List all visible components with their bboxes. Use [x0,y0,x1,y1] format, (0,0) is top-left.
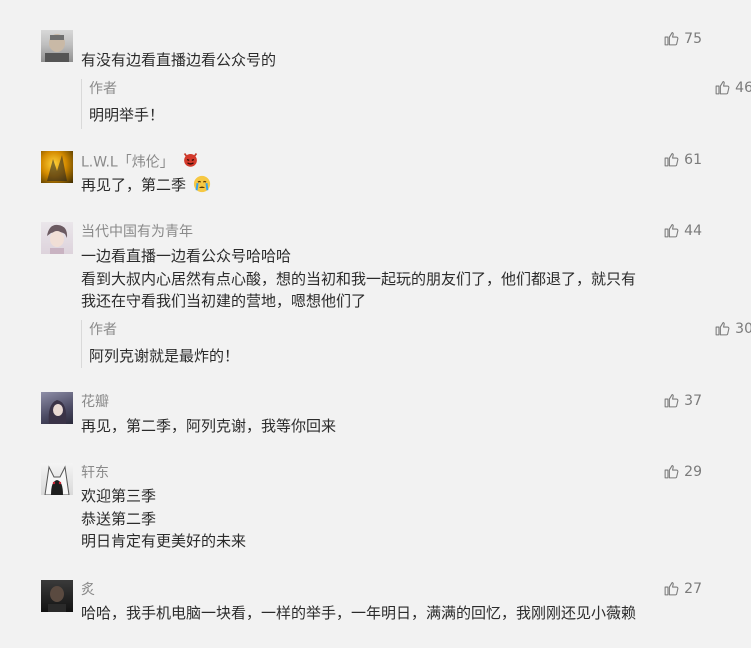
avatar-image [48,400,67,424]
comment-nickname[interactable]: 炙 [81,580,95,600]
author-reply: 作者 阿列克谢就是最炸的！ 30 [81,320,751,368]
crying-face-emoji-icon [193,175,211,200]
like-count: 29 [684,463,702,480]
comment-text: 再见，第二季，阿列克谢，我等你回来 [81,415,336,438]
comment-nickname[interactable]: L.W.L「炜伦」 [81,151,199,174]
like-button[interactable]: 46 [714,79,751,96]
comment-line: 恭送第二季 [81,509,157,528]
avatar-image [47,224,68,254]
comment-list: 有没有边看直播边看公众号的 75 作者 明明举手！ 46 L.W.L「炜伦」 再… [0,0,751,648]
thumbs-up-icon [664,582,679,596]
avatar[interactable] [41,151,73,183]
like-count: 27 [684,580,702,597]
like-count: 75 [684,30,702,47]
like-count: 30 [735,320,751,337]
like-count: 61 [684,151,702,168]
avatar-image [44,465,70,495]
avatar-image [47,155,67,181]
avatar[interactable] [41,222,73,254]
thumbs-up-icon [664,153,679,167]
comment-nickname[interactable]: 当代中国有为青年 [81,222,193,242]
avatar[interactable] [41,463,73,495]
reply-author-label: 作者 [89,81,117,97]
like-count: 37 [684,392,702,409]
comment-text: 再见了，第二季 [81,174,211,200]
reply-text: 明明举手！ [89,106,165,124]
like-button[interactable]: 44 [663,222,702,239]
like-count: 46 [735,79,751,96]
like-count: 44 [684,222,702,239]
avatar-image [45,34,69,62]
avatar[interactable] [41,30,73,62]
comment-line: 看到大叔内心居然有点心酸，想的当初和我一起玩的朋友们了，他们都退了，就只有 [81,269,637,288]
comment-text: 有没有边看直播边看公众号的 [81,49,276,72]
comment-line: 明日肯定有更美好的未来 [81,532,247,550]
comment-line: 再见，第二季，阿列克谢，我等你回来 [81,417,337,435]
like-button[interactable]: 29 [663,463,702,480]
like-button[interactable]: 75 [663,30,702,47]
thumbs-up-icon [664,32,679,46]
nickname-text: L.W.L「炜伦」 [81,154,174,171]
thumbs-up-icon [715,81,730,95]
thumbs-up-icon [664,394,679,408]
thumbs-up-icon [664,465,679,479]
reply-author-label: 作者 [89,322,117,338]
like-button[interactable]: 61 [663,151,702,168]
like-button[interactable]: 27 [663,580,702,597]
like-button[interactable]: 30 [714,320,751,337]
reply-text: 阿列克谢就是最炸的！ [89,347,240,365]
comment-line: 欢迎第三季 [81,487,157,505]
comment-line: 再见了，第二季 [81,176,187,194]
comment-nickname[interactable]: 花瓣 [81,392,109,412]
devil-emoji-icon [182,151,199,174]
comment-text: 一边看直播一边看公众号哈哈哈 看到大叔内心居然有点心酸，想的当初和我一起玩的朋友… [81,245,636,313]
avatar[interactable] [41,392,73,424]
comment-line: 一边看直播一边看公众号哈哈哈 [81,247,292,265]
avatar-image [48,586,66,612]
thumbs-up-icon [664,224,679,238]
thumbs-up-icon [715,322,730,336]
comment-text: 哈哈，我手机电脑一块看，一样的举手，一年明日，满满的回忆，我刚刚还见小薇赖 [81,602,636,625]
avatar[interactable] [41,580,73,612]
comment-line: 有没有边看直播边看公众号的 [81,51,277,69]
like-button[interactable]: 37 [663,392,702,409]
author-reply: 作者 明明举手！ 46 [81,79,751,129]
comment-line: 哈哈，我手机电脑一块看，一样的举手，一年明日，满满的回忆，我刚刚还见小薇赖 [81,604,637,622]
comment-line: 我还在守看我们当初建的营地，嗯想他们了 [81,292,367,310]
comment-nickname[interactable]: 轩东 [81,463,109,483]
comment-text: 欢迎第三季 恭送第二季 明日肯定有更美好的未来 [81,485,246,553]
